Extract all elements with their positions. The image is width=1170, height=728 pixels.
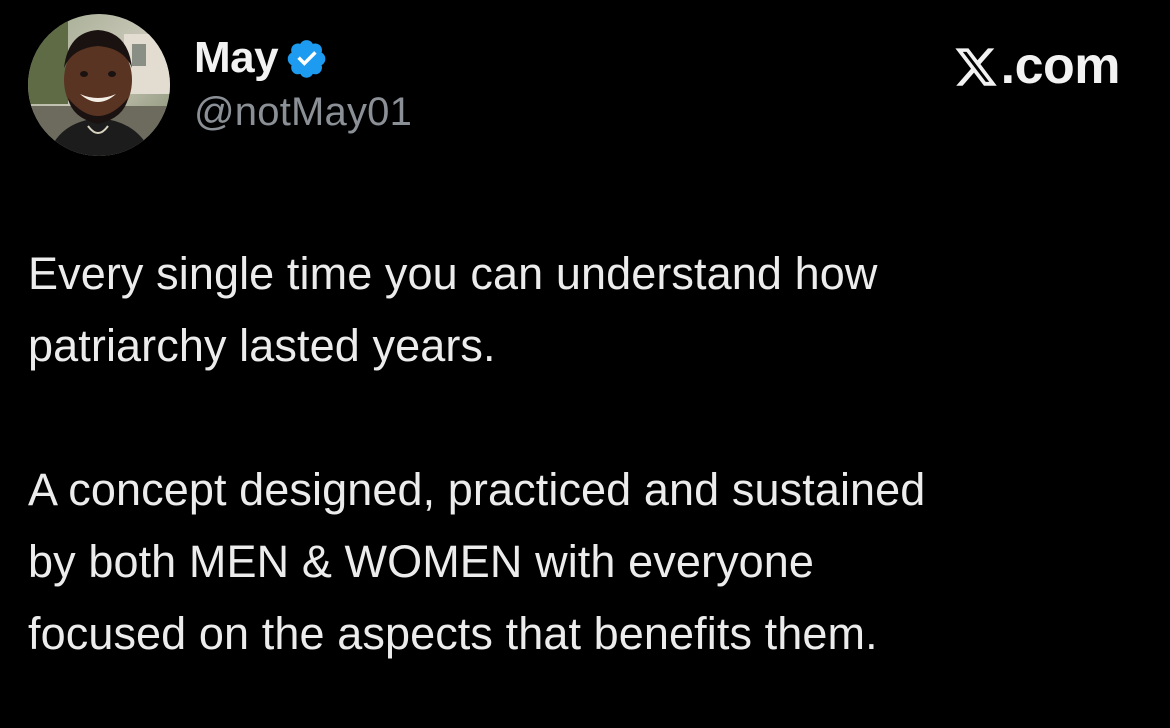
tweet-paragraph: Every single time you can understand how…: [28, 248, 878, 371]
brand-watermark: .com: [953, 36, 1121, 96]
verified-badge-icon: [286, 37, 328, 79]
user-handle[interactable]: @notMay01: [194, 90, 412, 135]
tweet-paragraph: A concept designed, practiced and sustai…: [28, 464, 926, 659]
brand-label: .com: [1000, 37, 1121, 95]
avatar[interactable]: [28, 14, 170, 156]
display-name[interactable]: May: [194, 33, 279, 83]
name-row: May: [194, 30, 412, 86]
x-logo-icon: [953, 43, 999, 89]
avatar-photo: [28, 14, 170, 156]
user-meta: May @notMay01: [194, 30, 412, 135]
tweet-header: May @notMay01 .com: [28, 14, 1142, 160]
tweet-text: Every single time you can understand how…: [28, 238, 1138, 670]
